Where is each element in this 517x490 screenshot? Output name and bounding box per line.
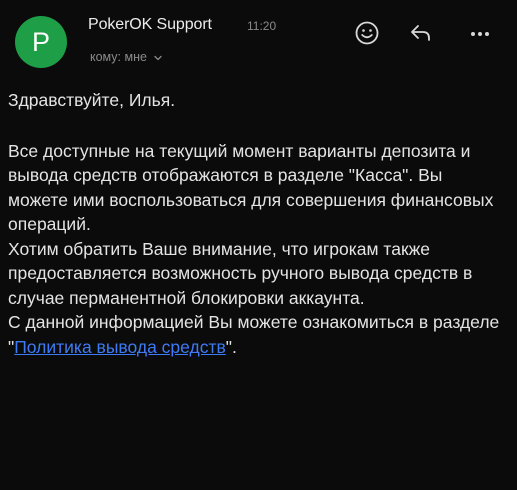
- chevron-down-icon: [153, 52, 163, 62]
- recipient-toggle[interactable]: кому: мне: [90, 50, 163, 64]
- more-options-button[interactable]: [463, 18, 497, 52]
- greeting: Здравствуйте, Илья.: [8, 90, 176, 110]
- recipient-label: кому: мне: [90, 50, 147, 64]
- avatar[interactable]: P: [15, 16, 67, 68]
- timestamp: 11:20: [247, 19, 277, 33]
- email-header: P PokerOK Support 11:20 кому: мне: [0, 0, 517, 80]
- paragraph-3: С данной информацией Вы можете ознакомит…: [8, 310, 503, 359]
- withdrawal-policy-link[interactable]: Политика вывода средств: [14, 337, 226, 357]
- paragraph-2: Хотим обратить Ваше внимание, что игрока…: [8, 238, 473, 308]
- reply-icon: [408, 20, 434, 51]
- reply-button[interactable]: [404, 18, 438, 52]
- smile-icon: [354, 20, 380, 51]
- email-body: Здравствуйте, Илья. Все доступные на тек…: [8, 88, 503, 359]
- paragraph-1: Все доступные на текущий момент варианты…: [8, 140, 494, 235]
- sender-name[interactable]: PokerOK Support: [88, 16, 212, 34]
- emoji-reaction-button[interactable]: [350, 18, 384, 52]
- paragraph-3-end: ".: [225, 336, 237, 357]
- more-icon: [468, 26, 492, 44]
